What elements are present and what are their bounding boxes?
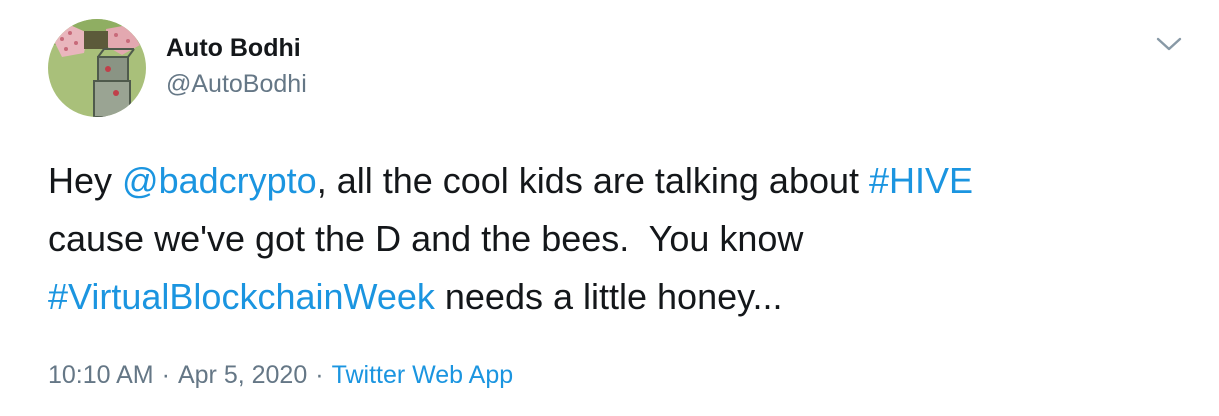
- tweet-time[interactable]: 10:10 AM: [48, 361, 154, 389]
- tweet-source-link[interactable]: Twitter Web App: [332, 361, 514, 389]
- tweet-card: Auto Bodhi @AutoBodhi Hey @badcrypto, al…: [0, 0, 1219, 416]
- tweet-text: Hey @badcrypto, all the cool kids are ta…: [48, 152, 1198, 326]
- tweet-header: Auto Bodhi @AutoBodhi: [48, 18, 307, 118]
- text-segment: , all the cool kids are talking about: [316, 160, 870, 201]
- meta-separator: ·: [315, 361, 324, 389]
- chevron-down-icon[interactable]: [1154, 34, 1184, 54]
- tweet-text-line-1: Hey @badcrypto, all the cool kids are ta…: [48, 152, 1198, 210]
- text-segment: Hey: [48, 160, 123, 201]
- author-names: Auto Bodhi @AutoBodhi: [166, 33, 307, 99]
- tweet-text-line-2: cause we've got the D and the bees. You …: [48, 218, 804, 259]
- tweet-text-line-3: #VirtualBlockchainWeek needs a little ho…: [48, 268, 1198, 326]
- tweet-meta: 10:10 AM · Apr 5, 2020 · Twitter Web App: [48, 358, 513, 392]
- mention-link[interactable]: @badcrypto: [122, 160, 317, 201]
- author-handle[interactable]: @AutoBodhi: [166, 69, 307, 99]
- hashtag-link-virtualblockchainweek[interactable]: #VirtualBlockchainWeek: [48, 276, 435, 317]
- tweet-date[interactable]: Apr 5, 2020: [178, 361, 307, 389]
- hashtag-link-hive[interactable]: #HIVE: [869, 160, 973, 201]
- avatar[interactable]: [48, 19, 146, 117]
- text-segment: needs a little honey...: [434, 276, 783, 317]
- meta-separator: ·: [161, 361, 170, 389]
- author-display-name[interactable]: Auto Bodhi: [166, 33, 307, 63]
- avatar-image: [48, 19, 146, 117]
